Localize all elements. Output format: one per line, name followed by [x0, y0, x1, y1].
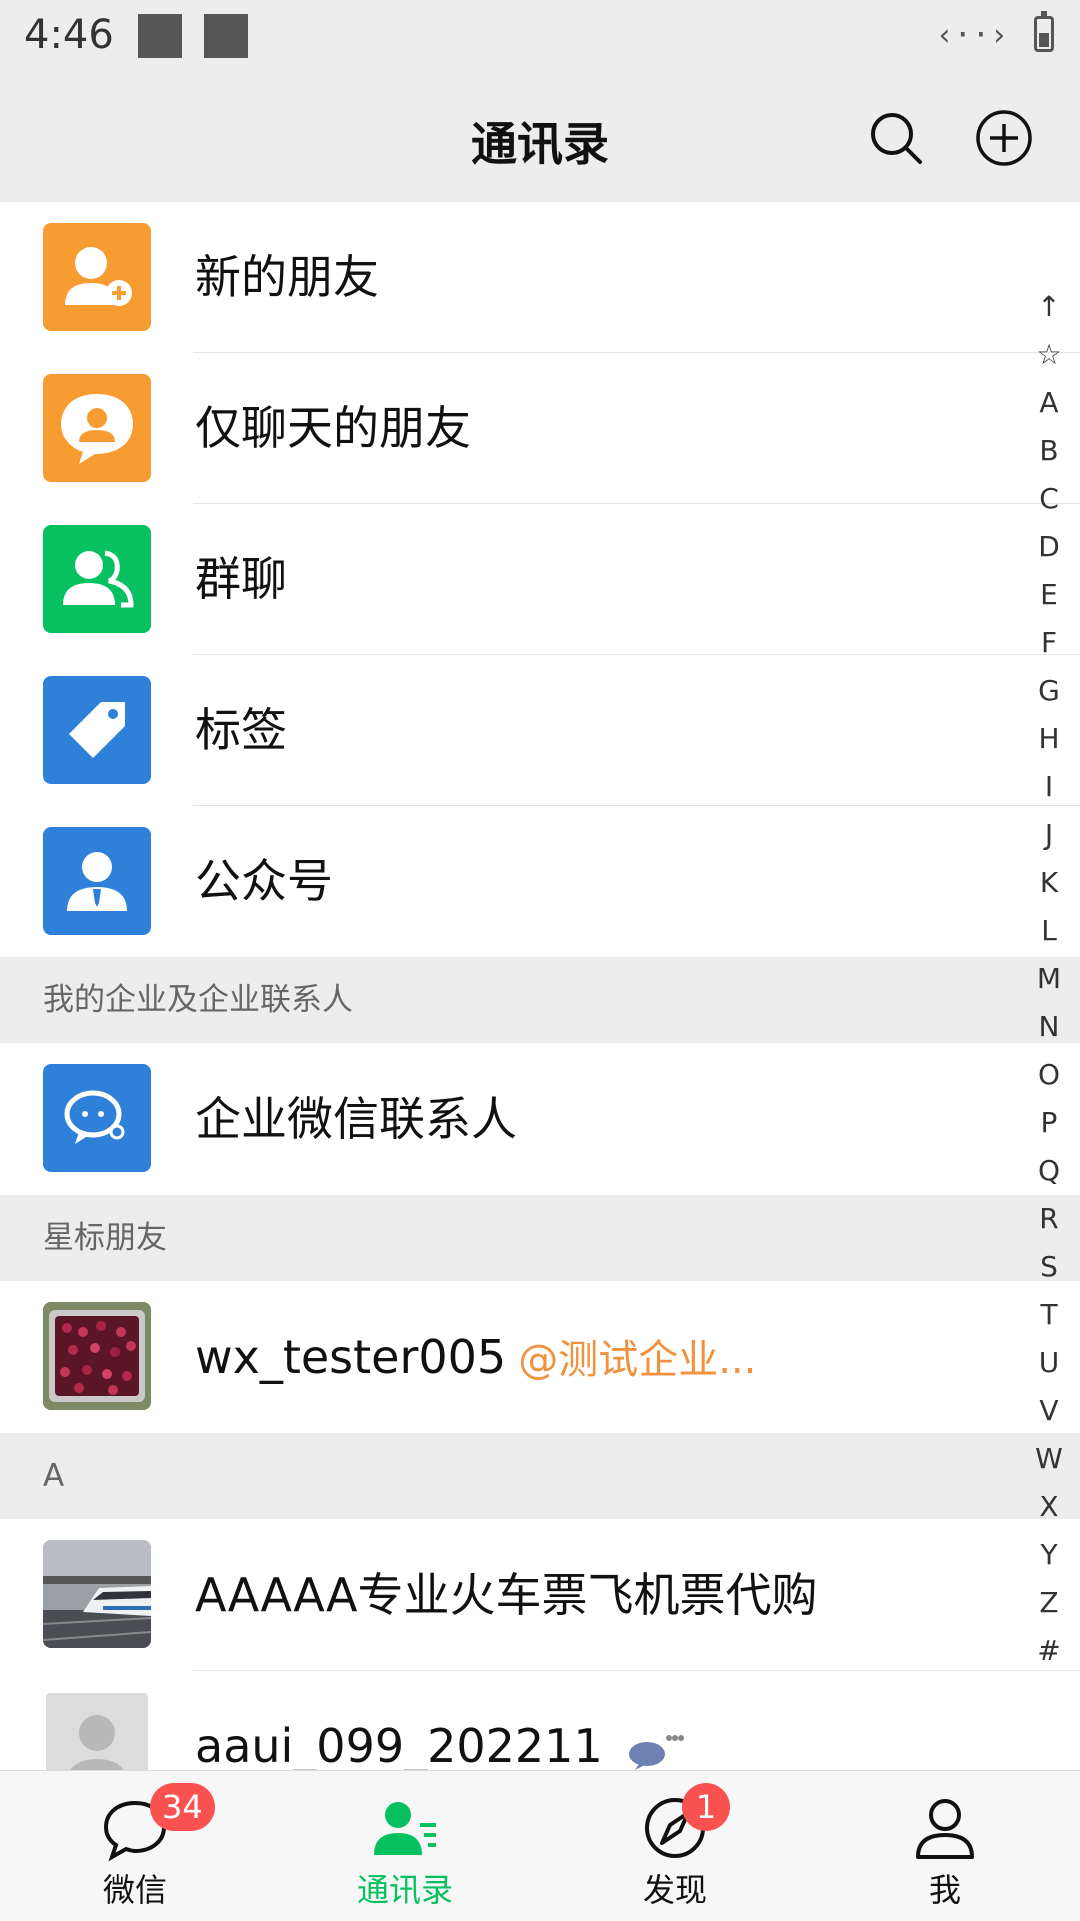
index-letter[interactable]: U — [1018, 1339, 1080, 1387]
index-letter[interactable]: E — [1018, 571, 1080, 619]
battery-icon — [1034, 11, 1054, 52]
chat-only-friend-icon — [43, 374, 151, 482]
add-button[interactable] — [974, 108, 1034, 168]
index-letter[interactable]: T — [1018, 1291, 1080, 1339]
status-time: 4:46 — [24, 12, 114, 58]
row-label: 公众号 — [195, 854, 333, 908]
tab-label: 通讯录 — [356, 1871, 453, 1909]
official-account-icon — [43, 827, 151, 935]
index-letter[interactable]: L — [1018, 907, 1080, 955]
tab-contacts[interactable]: 通讯录 — [270, 1771, 540, 1921]
tab-bar: 34 微信 通讯录 1 发现 我 — [0, 1770, 1080, 1921]
new-friends-row[interactable]: 新的朋友 — [0, 202, 1080, 353]
index-letter[interactable]: R — [1018, 1195, 1080, 1243]
contact-org: @测试企业... — [518, 1337, 757, 1383]
index-letter[interactable]: W — [1018, 1435, 1080, 1483]
contact-row[interactable]: AAAAA专业火车票飞机票代购 — [0, 1519, 1080, 1671]
notification-icon — [204, 14, 248, 58]
tags-row[interactable]: 标签 — [0, 655, 1080, 806]
plus-circle-icon — [976, 110, 1032, 166]
person-icon — [916, 1799, 974, 1859]
notification-icon — [138, 14, 182, 58]
search-icon — [871, 113, 922, 164]
index-letter[interactable]: X — [1018, 1483, 1080, 1531]
section-header-a: A — [0, 1433, 1080, 1519]
chat-only-friends-row[interactable]: 仅聊天的朋友 — [0, 353, 1080, 504]
status-bubble-icon — [629, 1734, 685, 1770]
network-icon: ‹··› — [935, 18, 1008, 53]
contact-list: 新的朋友 仅聊天的朋友 群聊 标签 公众号 我的企业及企业联系人 企业微信联系人… — [0, 202, 1080, 1779]
group-chats-row[interactable]: 群聊 — [0, 504, 1080, 655]
tag-icon — [43, 676, 151, 784]
status-bar: 4:46 ‹··› — [0, 0, 1080, 78]
contact-row[interactable]: wx_tester005 @测试企业... — [0, 1281, 1080, 1433]
tab-label: 发现 — [642, 1871, 707, 1909]
official-accounts-row[interactable]: 公众号 — [0, 806, 1080, 957]
contacts-icon — [374, 1802, 436, 1855]
alphabet-index[interactable]: ↑ ☆ A B C D E F G H I J K L M N O P Q R S T U V W X Y Z # — [1018, 283, 1080, 1675]
index-letter[interactable]: M — [1018, 955, 1080, 1003]
tab-label: 微信 — [102, 1871, 167, 1909]
contact-name: aaui_099_202211 — [195, 1719, 603, 1773]
index-letter[interactable]: D — [1018, 523, 1080, 571]
index-letter[interactable]: J — [1018, 811, 1080, 859]
contact-row[interactable]: aaui_099_202211 — [0, 1671, 1080, 1779]
unread-badge: 34 — [150, 1783, 215, 1831]
group-chat-icon — [43, 525, 151, 633]
search-button[interactable] — [866, 108, 926, 168]
contact-name-line: aaui_099_202211 — [195, 1671, 685, 1779]
tab-me[interactable]: 我 — [810, 1771, 1080, 1921]
row-label: 新的朋友 — [195, 250, 379, 304]
notification-badge: 1 — [682, 1783, 730, 1831]
index-letter[interactable]: H — [1018, 715, 1080, 763]
index-letter[interactable]: Z — [1018, 1579, 1080, 1627]
contact-avatar — [43, 1540, 151, 1648]
contact-name: AAAAA专业火车票飞机票代购 — [195, 1568, 818, 1622]
tab-discover[interactable]: 1 发现 — [540, 1771, 810, 1921]
top-bar: 通讯录 — [0, 78, 1080, 202]
contact-avatar — [46, 1693, 148, 1779]
row-label: 企业微信联系人 — [195, 1092, 517, 1146]
row-label: 群聊 — [195, 552, 287, 606]
index-letter[interactable]: G — [1018, 667, 1080, 715]
row-label: 标签 — [195, 703, 287, 757]
wecom-contacts-row[interactable]: 企业微信联系人 — [0, 1043, 1080, 1195]
tab-label: 我 — [928, 1871, 961, 1909]
index-letter[interactable]: # — [1018, 1627, 1080, 1675]
index-letter[interactable]: B — [1018, 427, 1080, 475]
index-letter[interactable]: O — [1018, 1051, 1080, 1099]
row-label: 仅聊天的朋友 — [195, 401, 471, 455]
index-letter[interactable]: S — [1018, 1243, 1080, 1291]
tab-chats[interactable]: 34 微信 — [0, 1771, 270, 1921]
contact-name: wx_tester005 — [195, 1330, 507, 1384]
index-letter[interactable]: N — [1018, 1003, 1080, 1051]
index-letter[interactable]: A — [1018, 379, 1080, 427]
index-letter[interactable]: V — [1018, 1387, 1080, 1435]
section-header-enterprise: 我的企业及企业联系人 — [0, 957, 1080, 1043]
index-letter[interactable]: Q — [1018, 1147, 1080, 1195]
index-letter[interactable]: I — [1018, 763, 1080, 811]
index-letter[interactable]: F — [1018, 619, 1080, 667]
index-letter[interactable]: C — [1018, 475, 1080, 523]
index-letter[interactable]: Y — [1018, 1531, 1080, 1579]
section-header-starred: 星标朋友 — [0, 1195, 1080, 1281]
index-letter[interactable]: P — [1018, 1099, 1080, 1147]
index-letter[interactable]: ↑ — [1018, 283, 1080, 331]
index-letter[interactable]: K — [1018, 859, 1080, 907]
wecom-icon — [43, 1064, 151, 1172]
index-letter[interactable]: ☆ — [1018, 331, 1080, 379]
add-friend-icon — [43, 223, 151, 331]
contact-name-line: wx_tester005 @测试企业... — [195, 1281, 756, 1433]
contact-avatar — [43, 1302, 151, 1410]
